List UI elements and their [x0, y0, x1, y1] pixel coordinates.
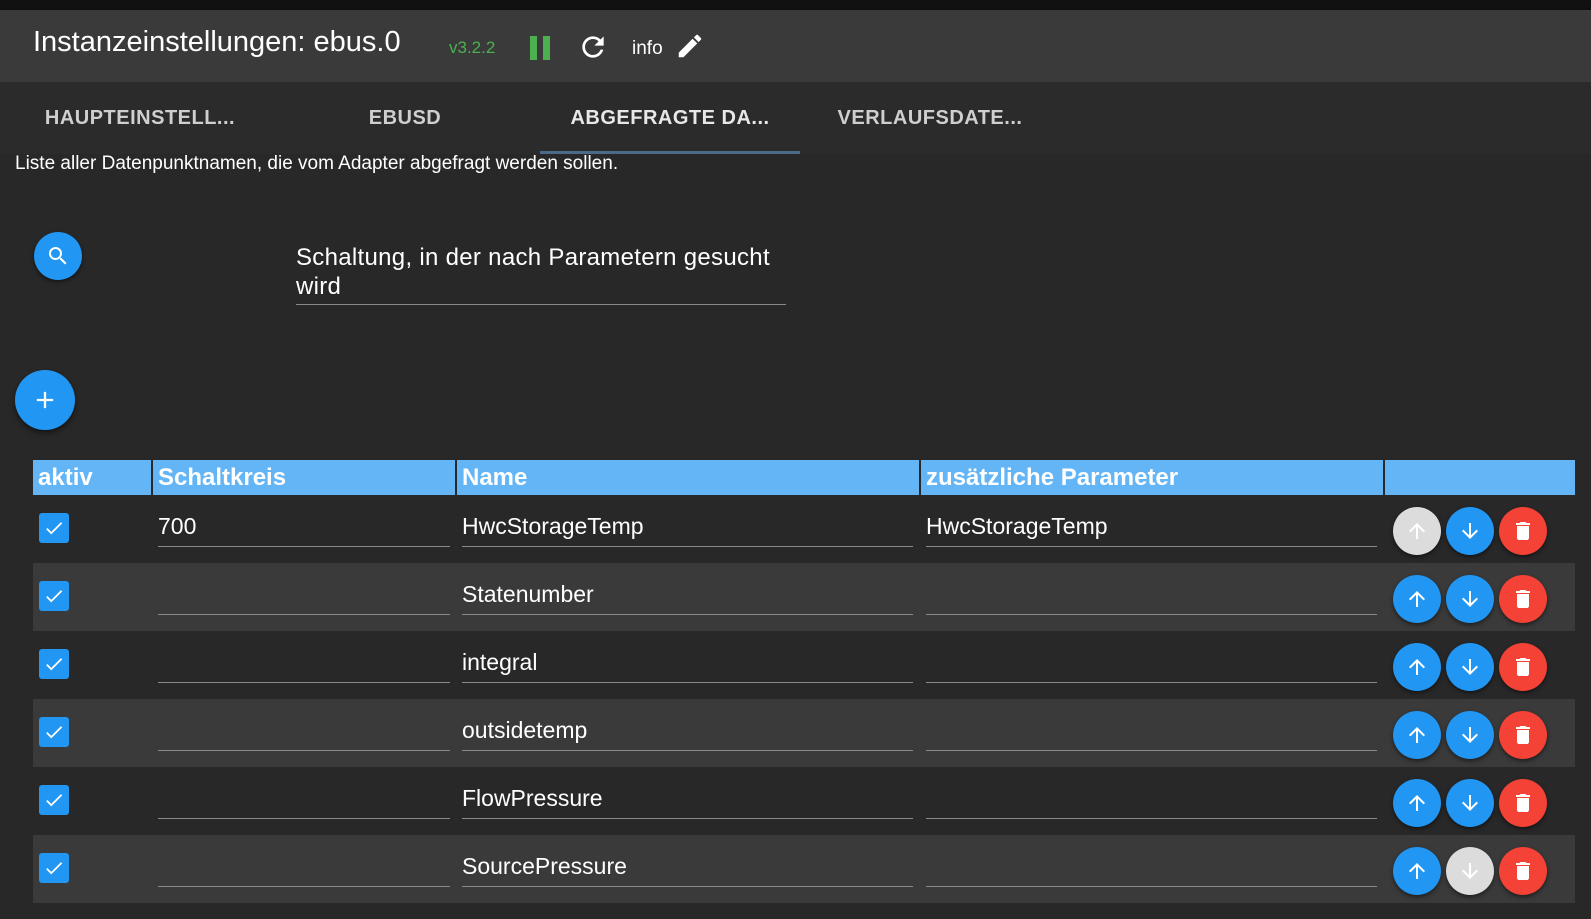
delete-icon: [1516, 794, 1530, 812]
check-icon: [46, 522, 63, 535]
info-link[interactable]: info: [632, 38, 663, 60]
parameter-input[interactable]: [926, 845, 1377, 887]
move-down-button[interactable]: [1446, 779, 1494, 827]
name-input[interactable]: HwcStorageTemp: [462, 505, 913, 547]
reload-icon[interactable]: [577, 31, 609, 63]
schaltkreis-input[interactable]: [158, 573, 450, 615]
aktiv-checkbox[interactable]: [39, 785, 69, 815]
arrow-up-icon: [1409, 659, 1425, 675]
search-circuit-field[interactable]: Schaltung, in der nach Parametern gesuch…: [296, 243, 786, 305]
arrow-down-icon: [1462, 523, 1478, 539]
arrow-down-icon: [1462, 659, 1478, 675]
parameter-input[interactable]: [926, 777, 1377, 819]
arrow-up-icon: [1409, 863, 1425, 879]
move-up-button[interactable]: [1393, 847, 1441, 895]
parameter-input[interactable]: [926, 709, 1377, 751]
table-row: outsidetemp: [33, 699, 1575, 767]
parameter-input[interactable]: [926, 573, 1377, 615]
check-icon: [46, 794, 63, 807]
tab-ebusd[interactable]: EBUSD: [280, 82, 530, 154]
delete-icon: [1516, 658, 1530, 676]
header-parameter: zusätzliche Parameter: [921, 460, 1385, 495]
app-header: Instanzeinstellungen: ebus.0 v3.2.2 info: [0, 10, 1591, 82]
aktiv-checkbox[interactable]: [39, 581, 69, 611]
search-button[interactable]: [34, 232, 82, 280]
name-input[interactable]: outsidetemp: [462, 709, 913, 751]
arrow-down-icon: [1462, 727, 1478, 743]
arrow-down-icon: [1462, 795, 1478, 811]
search-field-label-line2: wird: [296, 273, 342, 300]
move-up-button[interactable]: [1393, 779, 1441, 827]
name-input[interactable]: SourcePressure: [462, 845, 913, 887]
header-schaltkreis: Schaltkreis: [153, 460, 457, 495]
check-icon: [46, 590, 63, 603]
schaltkreis-input[interactable]: [158, 777, 450, 819]
check-icon: [46, 862, 63, 875]
arrow-down-icon: [1462, 591, 1478, 607]
move-up-button[interactable]: [1393, 711, 1441, 759]
schaltkreis-input[interactable]: [158, 641, 450, 683]
move-up-button[interactable]: [1393, 643, 1441, 691]
edit-icon[interactable]: [675, 31, 705, 61]
delete-button[interactable]: [1499, 643, 1547, 691]
arrow-up-icon: [1409, 523, 1425, 539]
top-strip: [0, 0, 1591, 10]
header-aktiv: aktiv: [33, 460, 153, 495]
move-down-button[interactable]: [1446, 575, 1494, 623]
arrow-down-icon: [1462, 863, 1478, 879]
check-icon: [46, 658, 63, 671]
aktiv-checkbox[interactable]: [39, 513, 69, 543]
schaltkreis-input[interactable]: 700: [158, 505, 450, 547]
page-description: Liste aller Datenpunktnamen, die vom Ada…: [15, 153, 619, 174]
move-up-button[interactable]: [1393, 507, 1441, 555]
name-input[interactable]: Statenumber: [462, 573, 913, 615]
delete-button[interactable]: [1499, 507, 1547, 555]
version-badge: v3.2.2: [449, 38, 496, 57]
move-up-button[interactable]: [1393, 575, 1441, 623]
move-down-button[interactable]: [1446, 847, 1494, 895]
table-row: Statenumber: [33, 563, 1575, 631]
arrow-up-icon: [1409, 795, 1425, 811]
table-row: SourcePressure: [33, 835, 1575, 903]
name-input[interactable]: FlowPressure: [462, 777, 913, 819]
table-row: integral: [33, 631, 1575, 699]
tab-bar: HAUPTEINSTELL... EBUSD ABGEFRAGTE DA... …: [0, 82, 1591, 154]
table-row: FlowPressure: [33, 767, 1575, 835]
schaltkreis-input[interactable]: [158, 845, 450, 887]
delete-icon: [1516, 590, 1530, 608]
delete-button[interactable]: [1499, 575, 1547, 623]
delete-button[interactable]: [1499, 847, 1547, 895]
tab-verlaufsdaten[interactable]: VERLAUFSDATE...: [800, 82, 1060, 154]
move-down-button[interactable]: [1446, 507, 1494, 555]
add-icon: [36, 391, 54, 409]
name-input[interactable]: integral: [462, 641, 913, 683]
arrow-up-icon: [1409, 727, 1425, 743]
table-header: aktiv Schaltkreis Name zusätzliche Param…: [33, 460, 1575, 495]
move-down-button[interactable]: [1446, 643, 1494, 691]
schaltkreis-input[interactable]: [158, 709, 450, 751]
table-row: 700 HwcStorageTemp HwcStorageTemp: [33, 495, 1575, 563]
aktiv-checkbox[interactable]: [39, 717, 69, 747]
parameter-input[interactable]: HwcStorageTemp: [926, 505, 1377, 547]
search-field-label-line1: Schaltung, in der nach Parametern gesuch…: [296, 244, 770, 271]
delete-icon: [1516, 726, 1530, 744]
header-name: Name: [457, 460, 921, 495]
aktiv-checkbox[interactable]: [39, 649, 69, 679]
tab-haupteinstellungen[interactable]: HAUPTEINSTELL...: [20, 82, 260, 154]
search-icon: [49, 247, 67, 265]
tab-abgefragte-daten[interactable]: ABGEFRAGTE DA...: [540, 82, 800, 154]
aktiv-checkbox[interactable]: [39, 853, 69, 883]
datapoint-table: aktiv Schaltkreis Name zusätzliche Param…: [33, 460, 1575, 903]
check-icon: [46, 726, 63, 739]
delete-button[interactable]: [1499, 711, 1547, 759]
delete-icon: [1516, 522, 1530, 540]
delete-button[interactable]: [1499, 779, 1547, 827]
delete-icon: [1516, 862, 1530, 880]
parameter-input[interactable]: [926, 641, 1377, 683]
add-row-button[interactable]: [15, 370, 75, 430]
arrow-up-icon: [1409, 591, 1425, 607]
page-title: Instanzeinstellungen: ebus.0: [33, 26, 401, 58]
move-down-button[interactable]: [1446, 711, 1494, 759]
pause-icon[interactable]: [530, 36, 552, 60]
